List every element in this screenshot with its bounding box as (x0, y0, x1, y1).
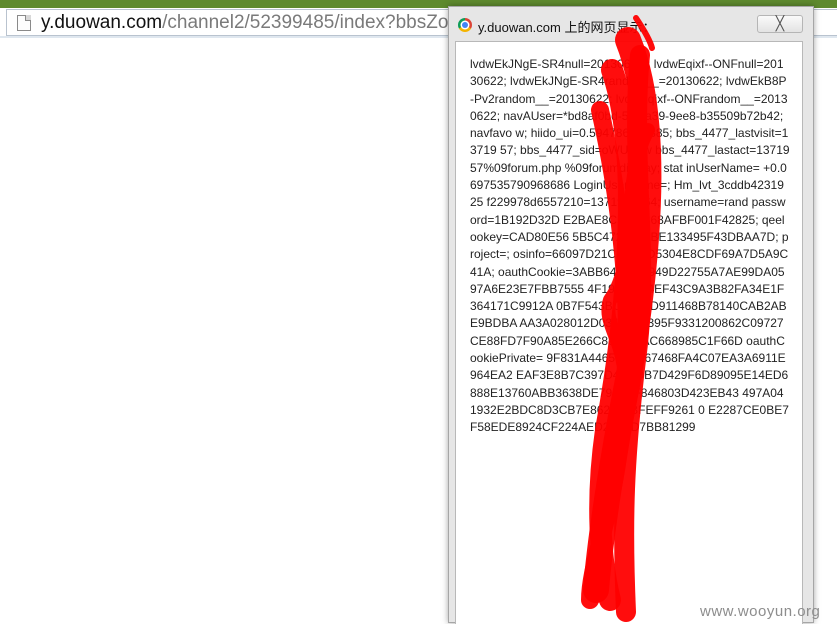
cookie-message-text: lvdwEkJNgE-SR4null=201306 22; lvdwEqixf-… (470, 57, 793, 435)
alert-dialog: y.duowan.com 上的网页显示： ╳ lvdwEkJNgE-SR4nul… (448, 6, 814, 624)
dialog-title: y.duowan.com 上的网页显示： (478, 20, 656, 35)
watermark: www.wooyun.org (700, 603, 821, 620)
dialog-titlebar: y.duowan.com 上的网页显示： ╳ (449, 7, 813, 41)
chrome-icon (458, 18, 472, 32)
close-button[interactable]: ╳ (757, 15, 803, 33)
page-icon (17, 15, 31, 31)
url-host: y.duowan.com (41, 12, 163, 33)
dialog-message-box: lvdwEkJNgE-SR4null=201306 22; lvdwEqixf-… (455, 41, 803, 624)
url-text[interactable]: y.duowan.com/channel2/52399485/index?bbs… (41, 12, 514, 34)
